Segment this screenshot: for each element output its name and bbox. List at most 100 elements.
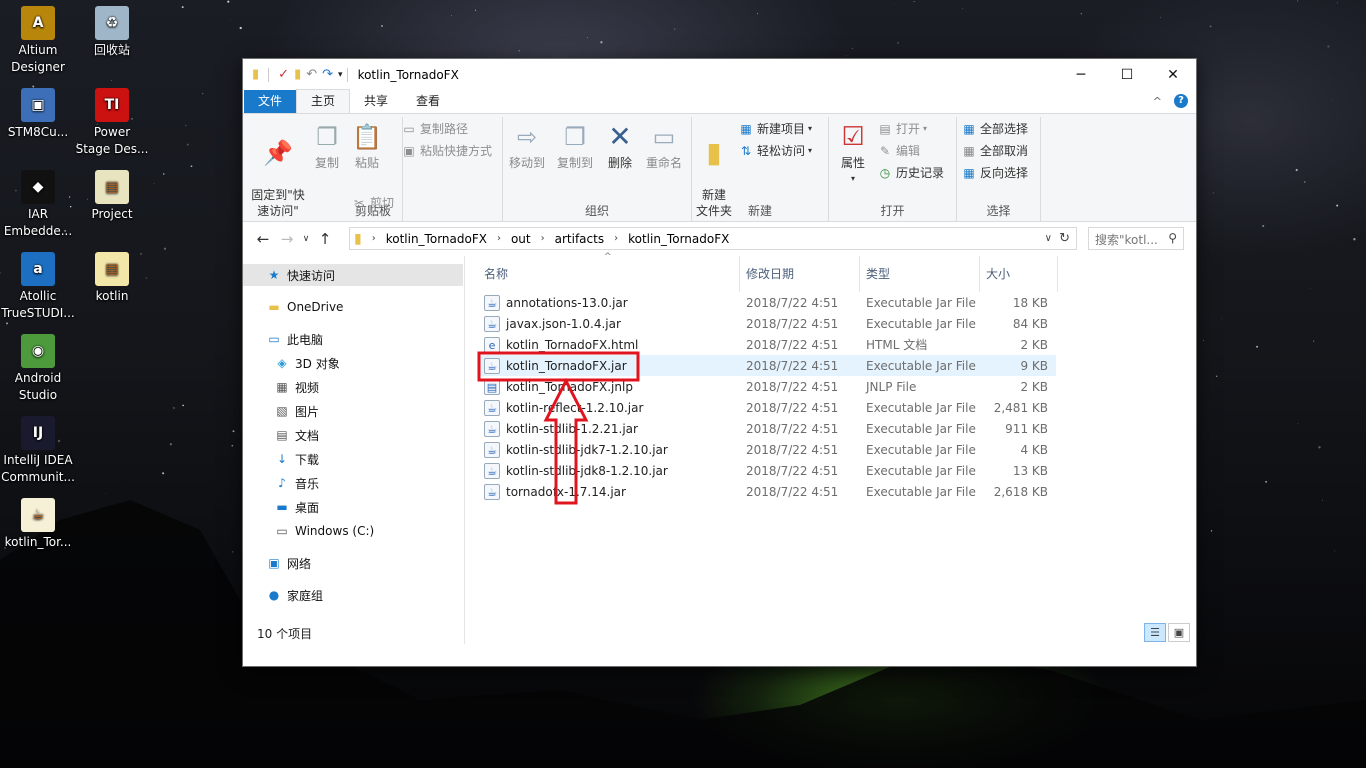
copy-to-button[interactable]: ❐ 复制到 — [553, 121, 597, 171]
copy-path-button[interactable]: ▭ 复制路径 — [401, 120, 468, 138]
recent-locations-button[interactable]: ∨ — [299, 234, 313, 244]
video-icon: ▦ — [276, 380, 288, 394]
desktop-icon[interactable]: IJ IntelliJ IDEA Communit... — [0, 416, 76, 486]
file-row[interactable]: ☕ kotlin_TornadoFX.jar 2018/7/22 4:51 Execu… — [478, 355, 1056, 376]
search-input[interactable]: 搜索"kotl... ⚲ — [1088, 227, 1184, 250]
nav-item[interactable]: ● 家庭组 — [243, 584, 463, 606]
file-name-cell: ☕ kotlin-stdlib-jdk7-1.2.10.jar — [478, 441, 740, 458]
new-folder-icon[interactable]: ▮ — [294, 67, 301, 83]
edit-button[interactable]: ✎ 编辑 — [877, 142, 920, 160]
open-button[interactable]: ▤ 打开 ▾ — [877, 120, 927, 138]
new-item-button[interactable]: ▦ 新建项目 ▾ — [738, 120, 812, 138]
tab-file[interactable]: 文件 — [244, 90, 297, 113]
star — [1353, 238, 1356, 241]
minimize-button[interactable]: ─ — [1058, 59, 1104, 90]
desktop-icon[interactable]: ◉ Android Studio — [0, 334, 76, 404]
desktop-icon[interactable]: ▤ kotlin — [74, 252, 150, 305]
nav-item[interactable]: ★ 快速访问 — [243, 264, 463, 286]
file-row[interactable]: ☕ kotlin-stdlib-1.2.21.jar 2018/7/22 4:51 E… — [478, 418, 1056, 439]
collapse-ribbon-icon[interactable]: ^ — [1153, 95, 1162, 108]
select-none-button[interactable]: ▦ 全部取消 — [961, 142, 1028, 160]
nav-item-label: 下载 — [295, 452, 320, 467]
help-icon[interactable]: ? — [1174, 94, 1188, 108]
rename-button[interactable]: ▭ 重命名 — [641, 121, 687, 171]
column-header-type[interactable]: 类型 — [860, 256, 980, 292]
star — [163, 173, 165, 175]
homegroup-icon: ● — [268, 588, 280, 602]
move-to-button[interactable]: ⇨ 移动到 — [505, 121, 549, 171]
column-header-date[interactable]: 修改日期 — [740, 256, 860, 292]
easy-access-button[interactable]: ⇅ 轻松访问 ▾ — [738, 142, 812, 160]
nav-item[interactable]: ▬ OneDrive — [243, 296, 463, 318]
file-row[interactable]: e kotlin_TornadoFX.html 2018/7/22 4:51 HTML… — [478, 334, 1056, 355]
tab-home[interactable]: 主页 — [296, 89, 351, 113]
redo-icon[interactable]: ↷ — [322, 67, 333, 83]
file-row[interactable]: ☕ kotlin-reflect-1.2.10.jar 2018/7/22 4:51… — [478, 397, 1056, 418]
nav-item[interactable]: ▧ 图片 — [243, 400, 463, 422]
file-row[interactable]: ▤ kotlin_TornadoFX.jnlp 2018/7/22 4:51 JNLP… — [478, 376, 1056, 397]
desktop-icon[interactable]: ▤ Project — [74, 170, 150, 223]
address-bar[interactable]: ▮ › kotlin_TornadoFX › out › artifacts ›… — [349, 227, 1077, 250]
desktop-icon[interactable]: a Atollic TrueSTUDI... — [0, 252, 76, 322]
navigation-pane: ★ 快速访问 ▬ OneDrive ▭ 此电脑 ◈ 3D 对象 ▦ 视频 ▧ 图片 ▤ 文档 ↓ 下载 ♪ 音乐 ▬… — [243, 256, 465, 644]
star — [897, 42, 899, 44]
desktop-icon[interactable]: ♻ 回收站 — [74, 6, 150, 59]
nav-item[interactable]: ▭ Windows (C:) — [243, 520, 463, 542]
properties-icon[interactable]: ✓ — [278, 67, 289, 83]
tab-share[interactable]: 共享 — [350, 90, 402, 113]
nav-item[interactable]: ▬ 桌面 — [243, 496, 463, 518]
nav-item[interactable]: ◈ 3D 对象 — [243, 352, 463, 374]
copy-button[interactable]: ❐ 复制 — [309, 121, 345, 171]
properties-button[interactable]: ☑ 属性 ▾ — [833, 121, 873, 187]
open-group-name: 打开 — [880, 204, 905, 218]
desktop-icon[interactable]: ▣ STM8Cu... — [0, 88, 76, 141]
breadcrumb[interactable]: out — [511, 232, 531, 246]
back-button[interactable]: ← — [251, 230, 275, 248]
large-icons-view-button[interactable]: ▣ — [1168, 623, 1190, 642]
file-list-pane: ^ 名称 修改日期 类型 大小 ☕ annotations-13.0.jar 201… — [478, 252, 1196, 644]
chevron-down-icon[interactable]: ▾ — [338, 67, 343, 83]
nav-item[interactable]: ♪ 音乐 — [243, 472, 463, 494]
tab-view[interactable]: 查看 — [402, 90, 454, 113]
star — [202, 93, 204, 95]
forward-button[interactable]: → — [275, 230, 299, 248]
breadcrumb[interactable]: artifacts — [555, 232, 604, 246]
new-item-icon: ▦ — [740, 122, 752, 136]
breadcrumb[interactable]: kotlin_TornadoFX — [386, 232, 487, 246]
file-name: tornadofx-1.7.14.jar — [506, 484, 626, 499]
column-header-size[interactable]: 大小 — [980, 256, 1058, 292]
column-header-name[interactable]: 名称 — [478, 256, 740, 292]
maximize-button[interactable]: ☐ — [1104, 59, 1150, 90]
nav-item[interactable]: ▦ 视频 — [243, 376, 463, 398]
paste-icon: 📋 — [352, 123, 382, 151]
invert-selection-button[interactable]: ▦ 反向选择 — [961, 164, 1028, 182]
details-view-button[interactable]: ☰ — [1144, 623, 1166, 642]
star — [232, 430, 235, 433]
paste-shortcut-button[interactable]: ▣ 粘贴快捷方式 — [401, 142, 492, 160]
undo-icon[interactable]: ↶ — [306, 67, 317, 83]
file-row[interactable]: ☕ tornadofx-1.7.14.jar 2018/7/22 4:51 Execu… — [478, 481, 1056, 502]
star — [756, 12, 759, 15]
file-row[interactable]: ☕ annotations-13.0.jar 2018/7/22 4:51 Execu… — [478, 292, 1056, 313]
nav-item[interactable]: ▤ 文档 — [243, 424, 463, 446]
up-button[interactable]: ↑ — [313, 230, 337, 248]
breadcrumb[interactable]: kotlin_TornadoFX — [628, 232, 729, 246]
desktop-icon[interactable]: ◆ IAR Embedde... — [0, 170, 76, 240]
delete-button[interactable]: ✕ 删除 — [601, 121, 639, 171]
history-button[interactable]: ◷ 历史记录 — [877, 164, 944, 182]
close-button[interactable]: ✕ — [1150, 59, 1196, 90]
desktop-icon[interactable]: ☕ kotlin_Tor... — [0, 498, 76, 551]
nav-item[interactable]: ▭ 此电脑 — [243, 328, 463, 350]
file-row[interactable]: ☕ kotlin-stdlib-jdk7-1.2.10.jar 2018/7/22 … — [478, 439, 1056, 460]
nav-item[interactable]: ▣ 网络 — [243, 552, 463, 574]
refresh-icon[interactable]: ↻ — [1059, 231, 1070, 246]
desktop-icon[interactable]: TI Power Stage Des... — [74, 88, 150, 158]
desktop-icon[interactable]: A Altium Designer — [0, 6, 76, 76]
file-row[interactable]: ☕ javax.json-1.0.4.jar 2018/7/22 4:51 Execu… — [478, 313, 1056, 334]
select-all-button[interactable]: ▦ 全部选择 — [961, 120, 1028, 138]
nav-item[interactable]: ↓ 下载 — [243, 448, 463, 470]
file-row[interactable]: ☕ kotlin-stdlib-jdk8-1.2.10.jar 2018/7/22 … — [478, 460, 1056, 481]
chevron-down-icon[interactable]: ∨ — [1045, 233, 1052, 244]
jar-file-icon: ☕ — [21, 498, 55, 532]
paste-button[interactable]: 📋 粘贴 — [349, 121, 385, 171]
